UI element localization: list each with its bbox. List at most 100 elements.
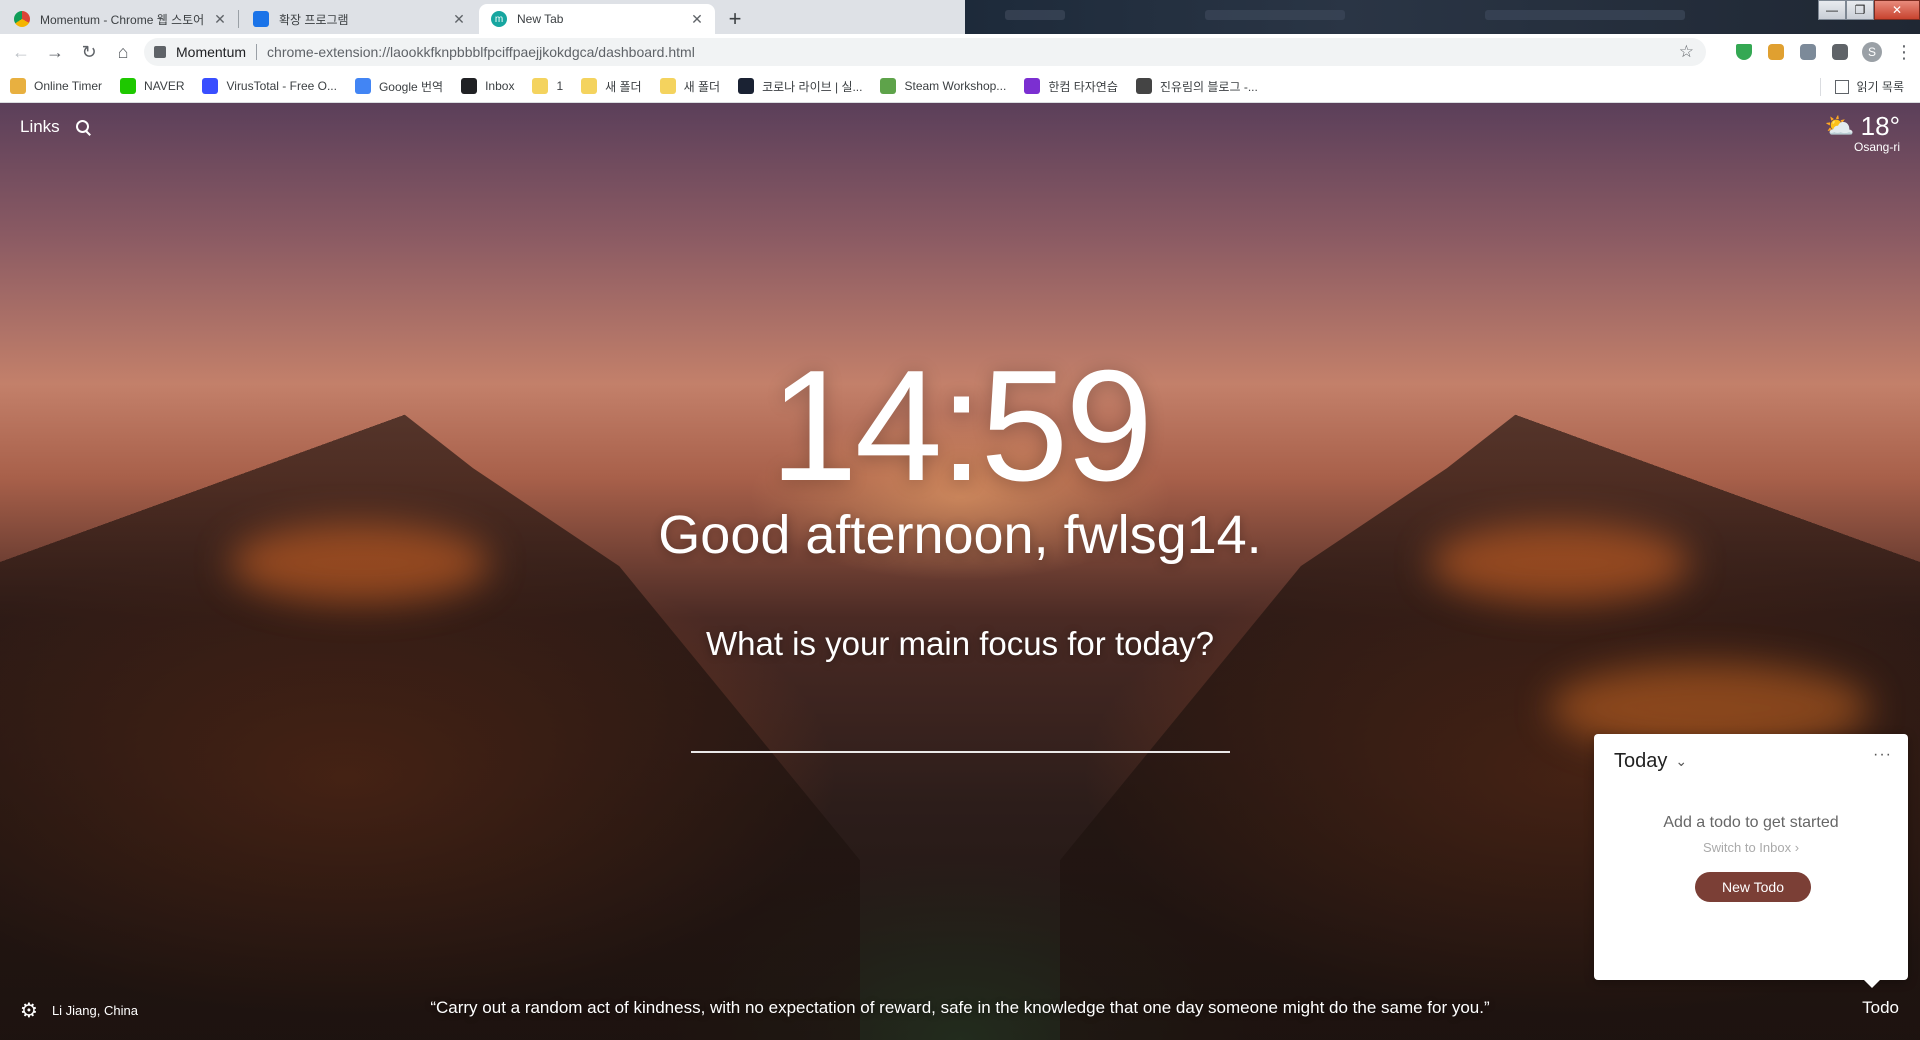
puzzle-icon <box>253 11 269 27</box>
url-text[interactable]: chrome-extension://laookkfknpbbblfpciffp… <box>267 44 695 60</box>
focus-question: What is your main focus for today? <box>705 625 1215 662</box>
focus-input[interactable] <box>691 751 1230 753</box>
reading-list-icon <box>1834 79 1849 94</box>
browser-toolbar: ← → ↻ ⌂ Momentum chrome-extension://laoo… <box>0 34 1920 70</box>
translate-icon <box>354 78 371 94</box>
bookmark-label: 1 <box>556 79 564 93</box>
timer-icon <box>10 78 26 94</box>
forward-button[interactable]: → <box>38 37 72 67</box>
bookmark-item[interactable]: 새 폴더 <box>571 73 649 99</box>
links-button[interactable]: Links <box>20 117 60 137</box>
extensions-menu-button[interactable] <box>1824 34 1856 70</box>
reload-button[interactable]: ↻ <box>72 37 106 67</box>
bookmark-item[interactable]: 코로나 라이브 | 실... <box>728 73 870 99</box>
extension-shield[interactable] <box>1728 34 1760 70</box>
reading-list-button[interactable]: 읽기 목록 <box>1834 78 1904 95</box>
virustotal-icon <box>202 78 219 94</box>
todo-toggle[interactable]: Todo <box>1862 998 1899 1018</box>
bookmark-label: NAVER <box>144 79 185 93</box>
tab-momentum-store[interactable]: Momentum - Chrome 웹 스토어 ✕ <box>2 4 238 34</box>
bookmark-label: Inbox <box>485 79 515 93</box>
todo-empty-message: Add a todo to get started <box>1663 814 1839 831</box>
quote[interactable]: “Carry out a random act of kindness, wit… <box>0 998 1920 1018</box>
maximize-button[interactable]: ❐ <box>1846 0 1874 20</box>
weather-widget[interactable]: ⛅ 18° Osang-ri <box>1825 111 1900 154</box>
omnibox-divider <box>256 44 258 60</box>
address-bar[interactable]: Momentum chrome-extension://laookkfknpbb… <box>144 38 1706 66</box>
avatar: S <box>1862 42 1882 62</box>
momentum-icon: m <box>491 11 507 27</box>
close-icon[interactable]: ✕ <box>451 11 467 28</box>
site-name: Momentum <box>176 44 247 60</box>
tab-divider <box>238 10 239 28</box>
extensions-area: S ⋮ <box>1728 34 1920 70</box>
close-window-button[interactable]: ✕ <box>1874 0 1920 20</box>
home-icon: ⌂ <box>117 41 129 62</box>
reload-icon: ↻ <box>81 41 97 62</box>
tab-extensions[interactable]: 확장 프로그램 ✕ <box>241 4 477 34</box>
tab-title: 확장 프로그램 <box>279 12 349 27</box>
new-todo-button[interactable]: New Todo <box>1695 872 1811 902</box>
folder-icon <box>581 78 598 94</box>
bookmark-label: 새 폴더 <box>683 79 721 94</box>
blog-icon <box>1135 78 1152 94</box>
chevron-right-icon: › <box>1794 840 1800 855</box>
home-button[interactable]: ⌂ <box>106 37 140 67</box>
arrow-left-icon: ← <box>12 41 30 62</box>
bookmark-item[interactable]: Steam Workshop... <box>870 73 1014 99</box>
arrow-right-icon: → <box>46 41 64 62</box>
switch-text: Switch to Inbox <box>1702 840 1792 855</box>
steam-workshop-icon <box>880 78 897 94</box>
switch-to-inbox-link[interactable]: Switch to Inbox › <box>1594 840 1908 855</box>
bookmark-item[interactable]: 한컴 타자연습 <box>1014 73 1126 99</box>
minimize-button[interactable]: — <box>1818 0 1846 20</box>
blurred-tab <box>1205 10 1345 20</box>
close-icon[interactable]: ✕ <box>689 11 705 28</box>
extension-eyedropper[interactable] <box>1792 34 1824 70</box>
profile-button[interactable]: S <box>1856 34 1888 70</box>
bookmark-item[interactable]: 진유림의 블로그 -... <box>1126 73 1266 99</box>
bookmark-item[interactable]: VirusTotal - Free O... <box>192 73 344 99</box>
more-horizontal-icon[interactable]: ··· <box>1873 746 1892 764</box>
new-tab-button[interactable]: + <box>721 5 749 33</box>
momentum-dashboard: Links ⛅ 18° Osang-ri 14:59 Good afternoo… <box>0 103 1920 1040</box>
chrome-menu-button[interactable]: ⋮ <box>1888 34 1920 70</box>
close-icon[interactable]: ✕ <box>212 11 228 28</box>
bookmarks-divider <box>1819 77 1821 96</box>
hancom-icon <box>1024 78 1041 94</box>
bookmark-label: 코로나 라이브 | 실... <box>762 79 863 94</box>
links-area: Links <box>20 117 90 137</box>
tab-title: Momentum - Chrome 웹 스토어 <box>40 12 205 27</box>
bookmark-label: 한컴 타자연습 <box>1048 79 1118 94</box>
extension-brush[interactable] <box>1760 34 1792 70</box>
eyedropper-icon <box>1800 44 1816 60</box>
bookmark-label: Steam Workshop... <box>904 79 1007 93</box>
naver-icon <box>120 78 137 94</box>
todo-panel: Today ⌄ ··· Add a todo to get started Sw… <box>1594 734 1908 988</box>
bookmark-star-icon[interactable]: ☆ <box>1679 42 1694 62</box>
corona-live-icon <box>738 78 755 94</box>
bookmark-label: Google 번역 <box>378 79 444 94</box>
bookmark-item[interactable]: Online Timer <box>0 73 110 99</box>
bookmark-item[interactable]: NAVER <box>110 73 192 99</box>
bookmark-item[interactable]: 1 <box>522 73 571 99</box>
bookmark-item[interactable]: 새 폴더 <box>650 73 728 99</box>
back-button[interactable]: ← <box>4 37 38 67</box>
search-icon[interactable] <box>75 120 90 134</box>
chevron-down-icon: ⌄ <box>1675 753 1688 769</box>
puzzle-icon <box>1832 44 1848 60</box>
bookmark-item[interactable]: Inbox <box>451 73 522 99</box>
tab-new-tab[interactable]: m New Tab ✕ <box>479 4 715 34</box>
folder-icon <box>532 78 549 94</box>
reading-list-area: 읽기 목록 <box>1819 70 1904 103</box>
todo-list-selector[interactable]: Today ⌄ <box>1614 750 1687 773</box>
blurred-tab <box>1485 10 1685 20</box>
brush-icon <box>1768 44 1784 60</box>
bookmark-item[interactable]: Google 번역 <box>345 73 451 99</box>
todo-list-name: Today <box>1614 750 1668 772</box>
greeting: Good afternoon, fwlsg14. <box>658 505 1262 565</box>
clock: 14:59 <box>769 338 1153 514</box>
tab-title: New Tab <box>517 12 564 26</box>
site-info[interactable]: Momentum <box>144 44 246 60</box>
bookmark-label: VirusTotal - Free O... <box>226 79 337 93</box>
